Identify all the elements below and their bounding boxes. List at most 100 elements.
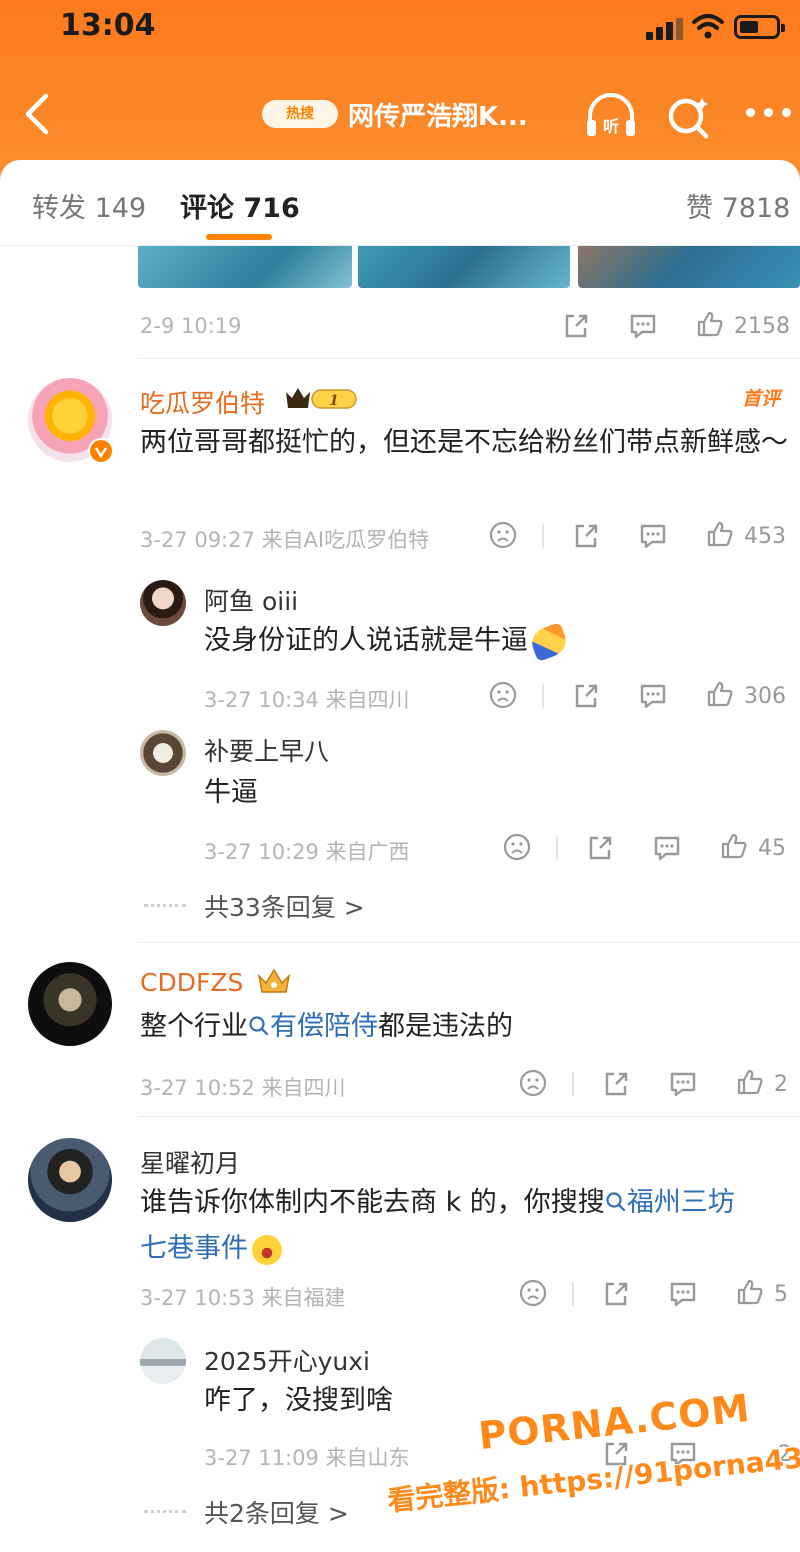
dots-decoration xyxy=(144,904,186,908)
topic-label[interactable]: 有偿陪侍 xyxy=(270,1011,378,1042)
comment-text-part: 谁告诉你体制内不能去商 k 的，你搜搜 xyxy=(140,1187,605,1218)
reply-username[interactable]: 补要上早八 xyxy=(204,732,329,768)
hot-search-badge: 热搜 xyxy=(262,100,338,128)
svg-text:听: 听 xyxy=(603,117,619,136)
dislike-face-icon[interactable] xyxy=(502,832,532,862)
like-thumb-icon[interactable] xyxy=(736,1068,764,1096)
comment-meta: 3-27 09:27 来自AI吃瓜罗伯特 xyxy=(140,528,430,552)
separator xyxy=(572,1282,574,1306)
comment-username[interactable]: 吃瓜罗伯特 xyxy=(140,384,265,420)
comment-photo[interactable] xyxy=(138,246,352,288)
dislike-face-icon[interactable] xyxy=(518,1068,548,1098)
reply-text-content: 没身份证的人说话就是牛逼 xyxy=(204,625,528,656)
like-count: 306 xyxy=(744,684,786,709)
comment-text-part: 都是违法的 xyxy=(378,1011,513,1042)
active-tab-indicator xyxy=(206,234,272,240)
like-count: 5 xyxy=(774,1282,788,1307)
back-icon[interactable] xyxy=(20,92,60,136)
first-comment-badge: 首评 xyxy=(742,388,781,410)
topic-link[interactable]: 有偿陪侍 xyxy=(248,1011,378,1042)
vip-crown-level-icon: 1 xyxy=(286,388,357,409)
separator xyxy=(556,836,558,860)
comment-username[interactable]: 星曜初月 xyxy=(140,1144,240,1180)
like-thumb-icon[interactable] xyxy=(706,680,734,708)
dots-decoration xyxy=(144,1510,186,1514)
reply-text: 没身份证的人说话就是牛逼 xyxy=(204,618,764,664)
level-badge-text: 1 xyxy=(329,393,339,409)
more-options-icon[interactable] xyxy=(744,108,792,122)
separator xyxy=(542,524,544,548)
reply-comment-icon[interactable] xyxy=(638,522,668,550)
comment-divider xyxy=(138,358,800,359)
tab-comments[interactable]: 评论 716 xyxy=(180,186,300,225)
like-thumb-icon[interactable] xyxy=(720,832,748,860)
avatar[interactable] xyxy=(28,962,112,1046)
dislike-face-icon[interactable] xyxy=(518,1278,548,1308)
comment-text: 两位哥哥都挺忙的，但还是不忘给粉丝们带点新鲜感～ xyxy=(140,427,788,458)
dislike-face-icon[interactable] xyxy=(488,520,518,550)
like-count: 45 xyxy=(758,836,786,861)
view-more-replies-link[interactable]: 共33条回复 > xyxy=(204,888,365,924)
wifi-icon xyxy=(692,14,724,39)
like-thumb-icon[interactable] xyxy=(696,310,724,338)
reply-text: 牛逼 xyxy=(204,777,258,808)
comment-photo[interactable] xyxy=(358,246,570,288)
comment-photo[interactable] xyxy=(578,246,800,288)
vip-crown-icon xyxy=(257,968,291,993)
reply-comment-icon[interactable] xyxy=(668,1280,698,1308)
comment-username[interactable]: CDDFZS xyxy=(140,968,243,997)
reply-username[interactable]: 2025开心yuxi xyxy=(204,1342,370,1378)
listen-headphones-icon[interactable]: 听 xyxy=(584,90,638,140)
rocket-emoji-icon xyxy=(527,621,571,662)
topic-search-icon xyxy=(606,1192,625,1212)
reply-comment-icon[interactable] xyxy=(628,312,658,340)
comment-divider xyxy=(138,942,800,943)
search-icon[interactable] xyxy=(664,92,712,140)
tab-reposts[interactable]: 转发 149 xyxy=(32,186,146,225)
avatar[interactable] xyxy=(28,1138,112,1222)
like-count: 2 xyxy=(774,1072,788,1097)
comment-timestamp: 2-9 10:19 xyxy=(140,314,242,338)
battery-icon xyxy=(734,15,785,39)
reply-meta: 3-27 10:29 来自广西 xyxy=(204,840,410,864)
reply-comment-icon[interactable] xyxy=(668,1070,698,1098)
laughing-crying-emoji-icon xyxy=(252,1234,282,1265)
cellular-signal-icon xyxy=(646,18,684,40)
comment-meta: 3-27 10:53 来自福建 xyxy=(140,1286,346,1310)
status-bar: 13:04 xyxy=(0,0,800,60)
share-icon[interactable] xyxy=(586,834,614,862)
share-icon[interactable] xyxy=(572,522,600,550)
reply-comment-icon[interactable] xyxy=(638,682,668,710)
avatar[interactable] xyxy=(140,580,186,626)
share-icon[interactable] xyxy=(572,682,600,710)
dislike-face-icon[interactable] xyxy=(488,680,518,710)
comment-text-part: 整个行业 xyxy=(140,1011,248,1042)
comment-divider xyxy=(138,1116,800,1117)
topic-search-icon xyxy=(249,1016,269,1036)
share-icon[interactable] xyxy=(562,312,590,340)
verified-badge-icon xyxy=(88,438,114,464)
topic-label[interactable]: 福州三坊 xyxy=(627,1187,735,1218)
reply-username[interactable]: 阿鱼 oiii xyxy=(204,582,298,618)
like-count: 2158 xyxy=(734,314,790,339)
topic-label[interactable]: 七巷事件 xyxy=(140,1233,248,1264)
nav-bar: 热搜 网传严浩翔K... 听 xyxy=(0,78,800,154)
tab-bar: 转发 149 评论 716 赞 7818 xyxy=(0,160,800,246)
like-count: 453 xyxy=(744,524,786,549)
comment-text: 谁告诉你体制内不能去商 k 的，你搜搜 福州三坊七巷事件 xyxy=(140,1180,790,1272)
reply-meta: 3-27 11:09 来自山东 xyxy=(204,1446,410,1470)
reply-comment-icon[interactable] xyxy=(652,834,682,862)
share-icon[interactable] xyxy=(602,1070,630,1098)
tab-likes[interactable]: 赞 7818 xyxy=(686,186,790,225)
like-thumb-icon[interactable] xyxy=(706,520,734,548)
share-icon[interactable] xyxy=(602,1280,630,1308)
like-thumb-icon[interactable] xyxy=(736,1278,764,1306)
separator xyxy=(542,684,544,708)
comment-text: 整个行业 有偿陪侍都是违法的 xyxy=(140,1004,790,1050)
page-title[interactable]: 网传严浩翔K... xyxy=(348,96,528,133)
reply-meta: 3-27 10:34 来自四川 xyxy=(204,688,410,712)
avatar[interactable] xyxy=(140,730,186,776)
avatar[interactable] xyxy=(140,1338,186,1384)
status-time: 13:04 xyxy=(60,8,156,43)
view-more-replies-link[interactable]: 共2条回复 > xyxy=(204,1494,349,1530)
